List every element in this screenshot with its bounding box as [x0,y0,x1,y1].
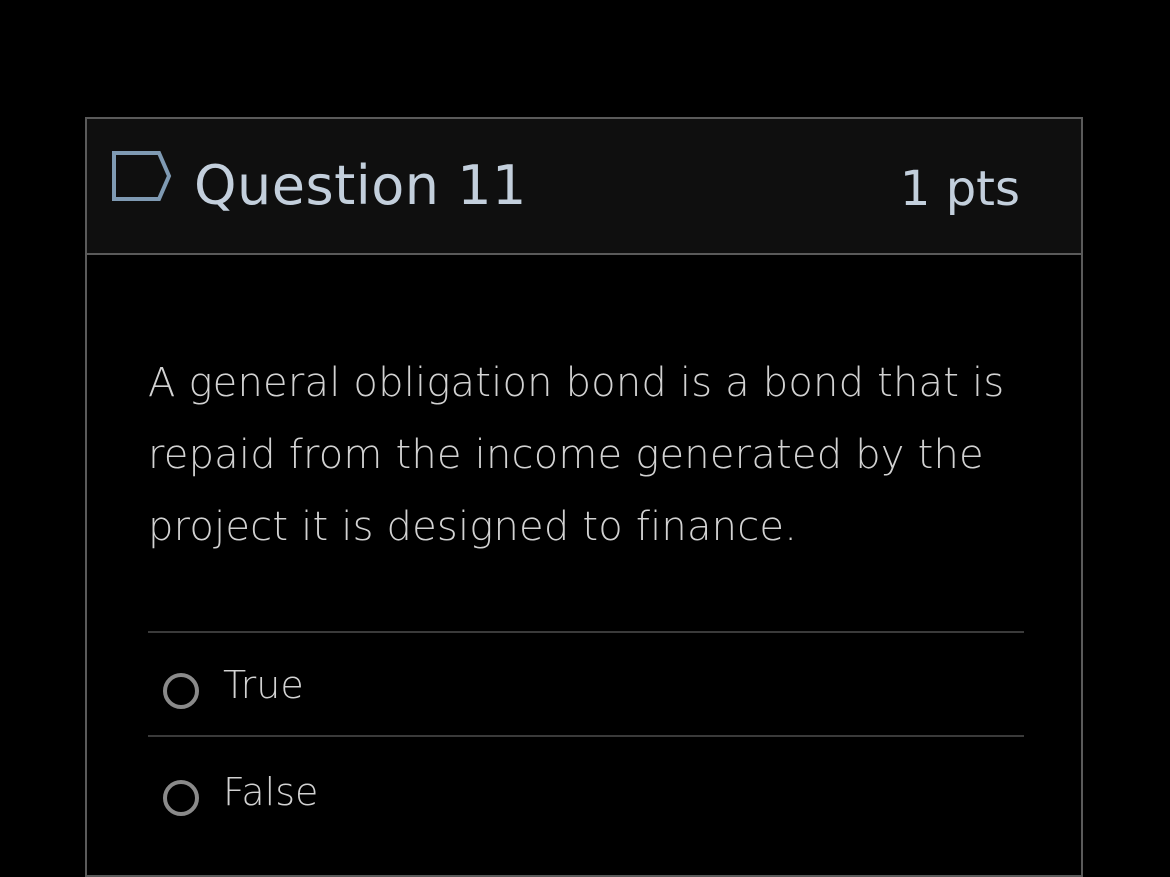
question-text: A general obligation bond is a bond that… [148,360,1005,550]
flag-outline-icon[interactable] [111,150,173,202]
answer-list: True False [148,631,1024,839]
answer-option-true[interactable]: True [148,631,1024,735]
question-card: Question 11 1 pts A general obligation b… [85,117,1083,877]
answer-label[interactable]: True [223,663,304,707]
question-points: 1 pts [899,161,1020,217]
radio-button-icon[interactable] [163,780,199,816]
answer-option-false[interactable]: False [148,735,1024,839]
question-header: Question 11 1 pts [87,119,1081,255]
question-title: Question 11 [194,154,527,217]
answer-label[interactable]: False [223,770,318,814]
radio-button-icon[interactable] [163,673,199,709]
